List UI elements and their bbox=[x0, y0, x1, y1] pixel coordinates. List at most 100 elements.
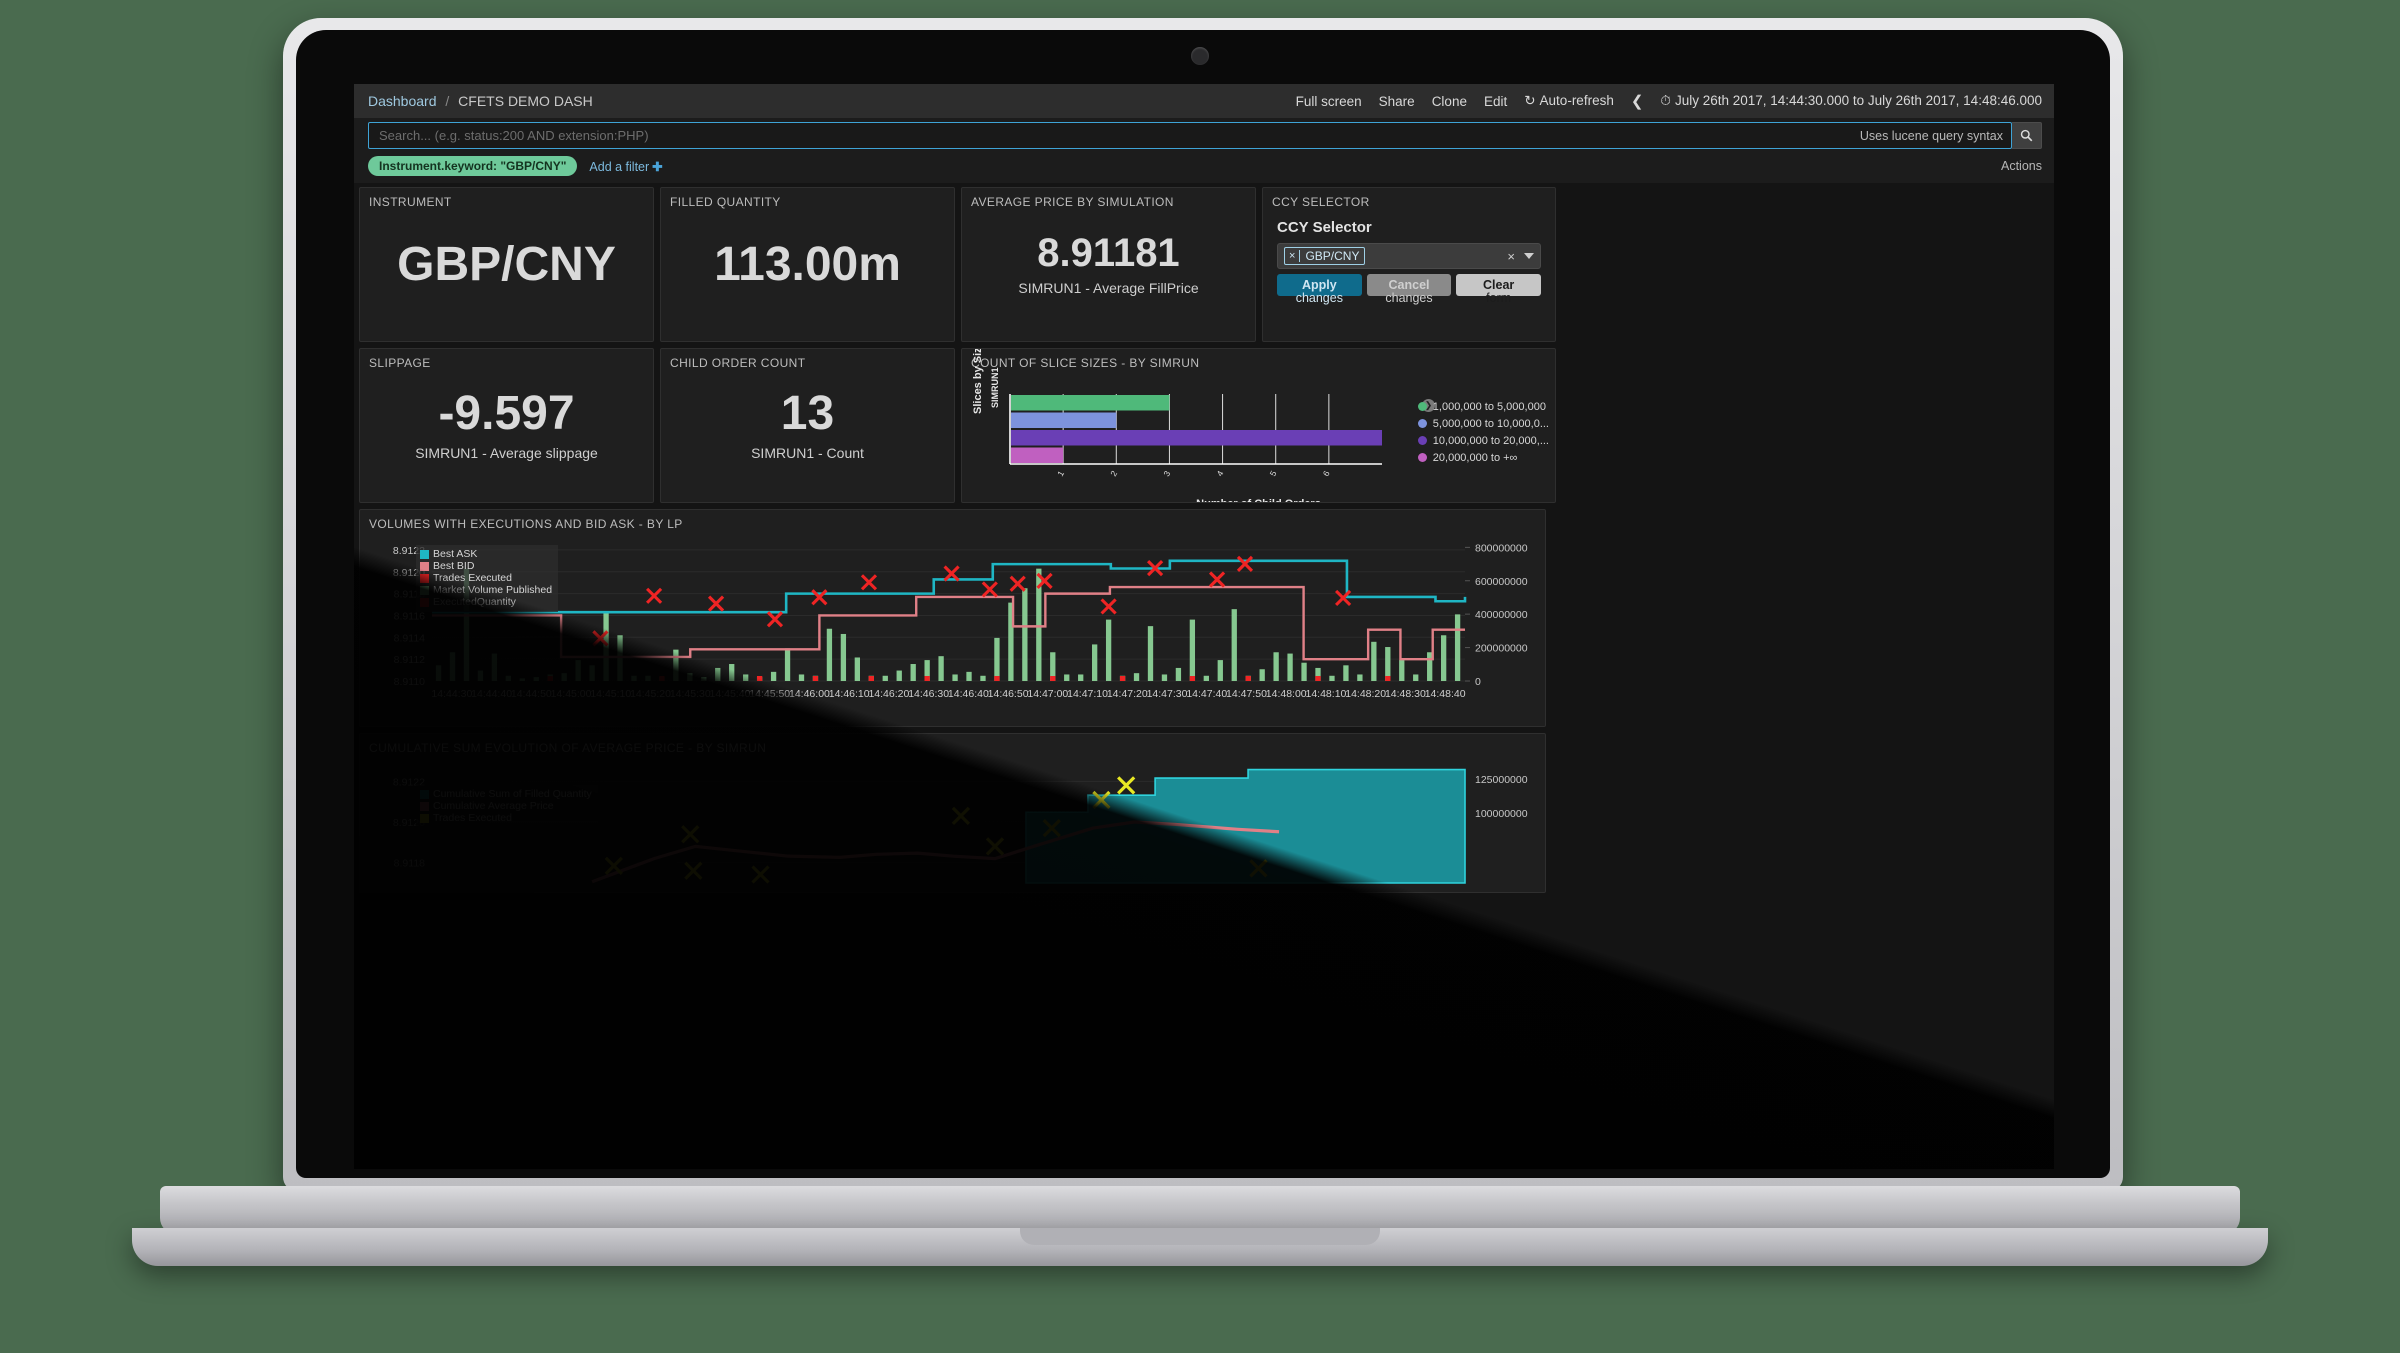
breadcrumb-separator: / bbox=[445, 93, 449, 109]
svg-text:125000000: 125000000 bbox=[1475, 774, 1528, 786]
volumes-legend-item[interactable]: Trades Executed bbox=[420, 572, 552, 584]
svg-text:14:47:10: 14:47:10 bbox=[1067, 688, 1108, 700]
lucene-hint: Uses lucene query syntax bbox=[1860, 129, 2003, 143]
volumes-legend-item[interactable]: Market Volume Published bbox=[420, 584, 552, 596]
breadcrumb-dashboard-link[interactable]: Dashboard bbox=[368, 93, 437, 109]
svg-text:4: 4 bbox=[1214, 469, 1225, 477]
legend-color-swatch bbox=[420, 574, 429, 583]
add-filter-button[interactable]: Add a filter✚ bbox=[589, 159, 662, 174]
cancel-changes-button[interactable]: Cancel changes bbox=[1367, 274, 1452, 296]
svg-text:14:45:40: 14:45:40 bbox=[710, 688, 751, 700]
svg-text:14:45:20: 14:45:20 bbox=[630, 688, 671, 700]
svg-text:2: 2 bbox=[1108, 469, 1119, 477]
cumulative-chart: 8.91188.91208.9122100000000125000000 Cum… bbox=[360, 755, 1545, 885]
legend-label: Trades Executed bbox=[433, 812, 512, 824]
svg-text:14:47:00: 14:47:00 bbox=[1027, 688, 1068, 700]
svg-text:14:47:50: 14:47:50 bbox=[1226, 688, 1267, 700]
edit-button[interactable]: Edit bbox=[1484, 94, 1507, 109]
slice-legend-item[interactable]: 20,000,000 to +∞ bbox=[1418, 449, 1549, 466]
clone-button[interactable]: Clone bbox=[1432, 94, 1467, 109]
slice-sizes-svg: 123456 bbox=[1008, 392, 1388, 477]
legend-color-swatch bbox=[420, 814, 429, 823]
full-screen-button[interactable]: Full screen bbox=[1296, 94, 1362, 109]
svg-text:14:46:10: 14:46:10 bbox=[829, 688, 870, 700]
panel-volumes[interactable]: VOLUMES WITH EXECUTIONS AND BID ASK - BY… bbox=[359, 509, 1546, 727]
ccy-clear-icon[interactable]: × bbox=[1507, 249, 1515, 264]
panel-average-price[interactable]: AVERAGE PRICE BY SIMULATION 8.91181 SIMR… bbox=[961, 187, 1256, 342]
svg-text:14:48:30: 14:48:30 bbox=[1385, 688, 1426, 700]
svg-text:800000000: 800000000 bbox=[1475, 542, 1528, 554]
top-navigation-bar: Dashboard / CFETS DEMO DASH Full screen … bbox=[354, 84, 2054, 118]
panel-child-order-count[interactable]: CHILD ORDER COUNT 13 SIMRUN1 - Count bbox=[660, 348, 955, 503]
svg-text:600000000: 600000000 bbox=[1475, 576, 1528, 588]
ccy-combobox-controls: × bbox=[1507, 249, 1534, 264]
svg-text:14:48:10: 14:48:10 bbox=[1306, 688, 1347, 700]
apply-label: Apply bbox=[1302, 278, 1337, 292]
svg-text:8.9116: 8.9116 bbox=[394, 610, 425, 622]
metric-sub-slippage: SIMRUN1 - Average slippage bbox=[415, 445, 598, 461]
panel-title-cumulative: CUMULATIVE SUM EVOLUTION OF AVERAGE PRIC… bbox=[360, 734, 1545, 755]
metric-value-filled-quantity: 113.00m bbox=[714, 241, 901, 289]
metric-value-slippage: -9.597 bbox=[438, 390, 574, 438]
cumulative-legend-item[interactable]: Trades Executed bbox=[420, 812, 592, 824]
metric-instrument: GBP/CNY bbox=[360, 188, 653, 341]
ccy-selector-combobox[interactable]: × GBP/CNY × bbox=[1277, 243, 1541, 269]
volumes-legend-item[interactable]: ExecutedQuantity bbox=[420, 596, 552, 608]
volumes-legend-item[interactable]: Best ASK bbox=[420, 548, 552, 560]
share-button[interactable]: Share bbox=[1379, 94, 1415, 109]
svg-text:14:48:20: 14:48:20 bbox=[1345, 688, 1386, 700]
volumes-legend-item[interactable]: Best BID bbox=[420, 560, 552, 572]
panel-ccy-selector[interactable]: CCY SELECTOR CCY Selector × GBP/CNY × bbox=[1262, 187, 1556, 342]
filter-pill-instrument[interactable]: Instrument.keyword: "GBP/CNY" bbox=[368, 156, 577, 176]
svg-text:14:46:50: 14:46:50 bbox=[988, 688, 1029, 700]
metric-average-price: 8.91181 SIMRUN1 - Average FillPrice bbox=[962, 188, 1255, 341]
search-button[interactable] bbox=[2012, 122, 2042, 149]
chevron-left-icon[interactable]: ❮ bbox=[1631, 92, 1644, 110]
panel-filled-quantity[interactable]: FILLED QUANTITY 113.00m bbox=[660, 187, 955, 342]
svg-text:200000000: 200000000 bbox=[1475, 643, 1528, 655]
panel-cumulative[interactable]: CUMULATIVE SUM EVOLUTION OF AVERAGE PRIC… bbox=[359, 733, 1546, 893]
svg-text:400000000: 400000000 bbox=[1475, 609, 1528, 621]
cumulative-chart-legend: Cumulative Sum of Filled QuantityCumulat… bbox=[416, 785, 598, 828]
refresh-icon: ↻ bbox=[1524, 93, 1535, 108]
auto-refresh-button[interactable]: ↻Auto-refresh bbox=[1524, 93, 1614, 109]
svg-text:100000000: 100000000 bbox=[1475, 808, 1528, 820]
svg-text:14:45:30: 14:45:30 bbox=[670, 688, 711, 700]
legend-label: 5,000,000 to 10,000,0... bbox=[1433, 418, 1549, 430]
panel-slice-sizes[interactable]: COUNT OF SLICE SIZES - BY SIMRUN Slices … bbox=[961, 348, 1556, 503]
time-range-picker[interactable]: ⏱July 26th 2017, 14:44:30.000 to July 26… bbox=[1660, 93, 2042, 109]
chevron-down-icon[interactable] bbox=[1524, 253, 1534, 259]
metric-slippage: -9.597 SIMRUN1 - Average slippage bbox=[360, 349, 653, 502]
ccy-token-remove-icon[interactable]: × bbox=[1285, 250, 1300, 262]
slice-legend-item[interactable]: 10,000,000 to 20,000,... bbox=[1418, 432, 1549, 449]
panel-title-slice-sizes: COUNT OF SLICE SIZES - BY SIMRUN bbox=[962, 349, 1555, 370]
legend-label: 1,000,000 to 5,000,000 bbox=[1433, 401, 1546, 413]
panel-slippage[interactable]: SLIPPAGE -9.597 SIMRUN1 - Average slippa… bbox=[359, 348, 654, 503]
svg-text:1: 1 bbox=[1055, 469, 1066, 477]
slice-legend-item[interactable]: 5,000,000 to 10,000,0... bbox=[1418, 415, 1549, 432]
slice-legend-item[interactable]: 1,000,000 to 5,000,000 bbox=[1418, 398, 1549, 415]
slice-sizes-chart: Slices by Size SIMRUN1 123456 ❯ 1,000,00… bbox=[962, 370, 1555, 503]
cumulative-legend-item[interactable]: Cumulative Average Price bbox=[420, 800, 592, 812]
slice-y-axis-title: Slices by Size bbox=[972, 348, 984, 414]
query-bar: Search... (e.g. status:200 AND extension… bbox=[354, 118, 2054, 153]
svg-text:14:46:00: 14:46:00 bbox=[789, 688, 830, 700]
legend-color-swatch bbox=[420, 802, 429, 811]
svg-text:14:45:10: 14:45:10 bbox=[590, 688, 631, 700]
panel-instrument[interactable]: INSTRUMENT GBP/CNY bbox=[359, 187, 654, 342]
legend-label: Cumulative Average Price bbox=[433, 800, 554, 812]
actions-menu-button[interactable]: Actions bbox=[2001, 159, 2042, 173]
search-input[interactable]: Search... (e.g. status:200 AND extension… bbox=[368, 122, 2012, 149]
ccy-selector-label: CCY Selector bbox=[1277, 219, 1541, 236]
legend-color-dot bbox=[1418, 402, 1427, 411]
legend-color-swatch bbox=[420, 790, 429, 799]
webcam-icon bbox=[1191, 47, 1209, 65]
svg-text:8.9110: 8.9110 bbox=[394, 676, 425, 688]
cumulative-legend-item[interactable]: Cumulative Sum of Filled Quantity bbox=[420, 788, 592, 800]
legend-label: Cumulative Sum of Filled Quantity bbox=[433, 788, 592, 800]
metric-value-child-order-count: 13 bbox=[781, 390, 834, 438]
ccy-token[interactable]: × GBP/CNY bbox=[1284, 247, 1365, 265]
apply-changes-button[interactable]: Apply changes bbox=[1277, 274, 1362, 296]
svg-text:3: 3 bbox=[1161, 469, 1172, 477]
clear-form-button[interactable]: Clear form bbox=[1456, 274, 1541, 296]
